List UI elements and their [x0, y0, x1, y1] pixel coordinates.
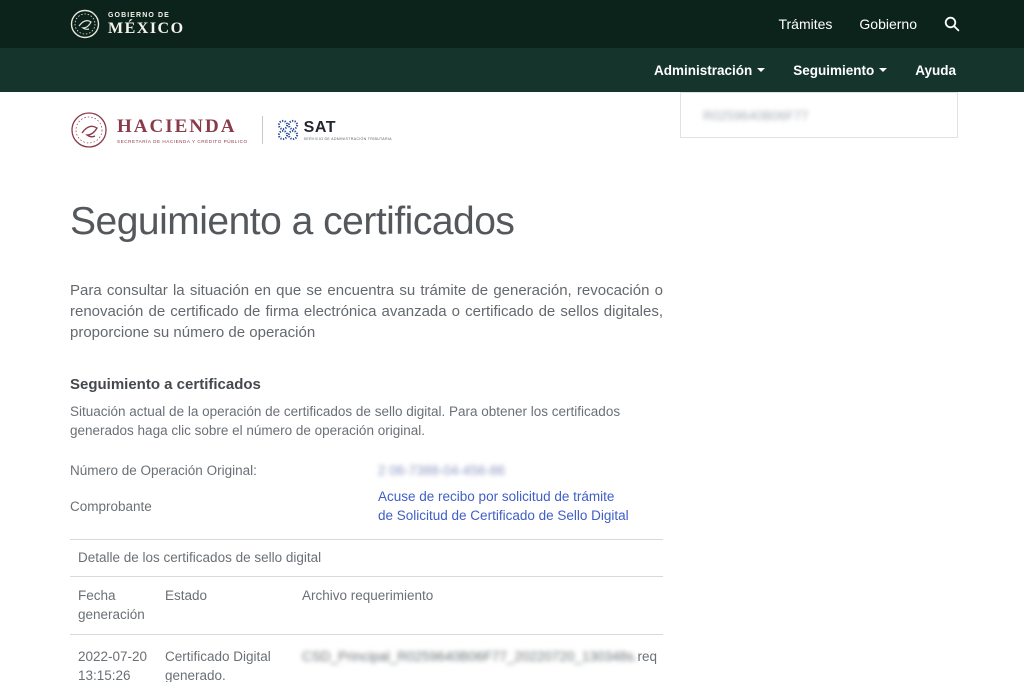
cell-archivo-requerimiento: CSD_Principal_R0259640B06F77_20220720_13… — [302, 647, 663, 682]
operation-fields: Número de Operación Original: 2 06-7388-… — [70, 463, 663, 525]
table-row: 2022-07-20 13:15:26 Certificado Digital … — [70, 635, 663, 682]
gobierno-mexico-seal-icon — [70, 9, 100, 39]
hacienda-seal-icon — [70, 111, 108, 149]
nav-tramites-link[interactable]: Trámites — [778, 16, 832, 32]
hacienda-wordmark: HACIENDA SECRETARÍA DE HACIENDA Y CRÉDIT… — [117, 116, 248, 144]
col-header-archivo: Archivo requerimiento — [302, 586, 663, 624]
redacted-file-name: CSD_Principal_R0259640B06F77_20220720_13… — [302, 649, 638, 664]
page-title: Seguimiento a certificados — [70, 200, 663, 244]
certificates-table: Detalle de los certificados de sello dig… — [70, 539, 663, 682]
hacienda-logo[interactable]: HACIENDA SECRETARÍA DE HACIENDA Y CRÉDIT… — [70, 111, 248, 149]
table-header-row: Fecha generación Estado Archivo requerim… — [70, 577, 663, 634]
col-header-estado: Estado — [165, 586, 302, 624]
menu-seguimiento[interactable]: Seguimiento — [793, 63, 887, 78]
gobierno-mexico-wordmark: GOBIERNO DE MÉXICO — [108, 12, 185, 37]
redacted-operation-number[interactable]: 2 06-7388-04-456-86 — [378, 463, 505, 478]
gobierno-de-text: GOBIERNO DE — [108, 12, 185, 19]
file-suffix: req — [638, 649, 658, 664]
acuse-recibo-link[interactable]: Acuse de recibo por solicitud de trámite… — [378, 487, 630, 525]
session-info-box: R0259640B06F77 — [680, 92, 958, 138]
menu-administracion-label: Administración — [654, 63, 752, 78]
field-row-operation-number: Número de Operación Original: 2 06-7388-… — [70, 463, 663, 478]
menu-ayuda[interactable]: Ayuda — [915, 63, 956, 78]
cell-estado: Certificado Digital generado. Consúltelo… — [165, 647, 302, 682]
hacienda-subtitle: SECRETARÍA DE HACIENDA Y CRÉDITO PÚBLICO — [117, 139, 248, 144]
hacienda-name: HACIENDA — [117, 116, 248, 138]
comprobante-label: Comprobante — [70, 499, 378, 514]
sat-name: SAT — [304, 120, 392, 136]
redacted-session-value: R0259640B06F77 — [703, 108, 809, 123]
menu-administracion[interactable]: Administración — [654, 63, 765, 78]
field-row-comprobante: Comprobante Acuse de recibo por solicitu… — [70, 487, 663, 525]
logo-divider — [262, 116, 263, 144]
topbar-nav: Trámites Gobierno — [778, 16, 960, 32]
intro-paragraph: Para consultar la situación en que se en… — [70, 280, 663, 343]
sat-logo[interactable]: SAT SERVICIO DE ADMINISTRACIÓN TRIBUTARI… — [277, 119, 392, 141]
menu-ayuda-label: Ayuda — [915, 63, 956, 78]
chevron-down-icon — [879, 68, 887, 72]
sat-dots-icon — [277, 119, 299, 141]
gobierno-mexico-logo[interactable]: GOBIERNO DE MÉXICO — [70, 9, 185, 39]
menu-seguimiento-label: Seguimiento — [793, 63, 874, 78]
search-icon[interactable] — [944, 16, 960, 32]
col-header-fecha: Fecha generación — [70, 586, 165, 624]
nav-gobierno-link[interactable]: Gobierno — [859, 16, 917, 32]
chevron-down-icon — [757, 68, 765, 72]
operation-number-label: Número de Operación Original: — [70, 463, 378, 478]
government-topbar: GOBIERNO DE MÉXICO Trámites Gobierno — [0, 0, 1024, 48]
sat-subtitle: SERVICIO DE ADMINISTRACIÓN TRIBUTARIA — [304, 137, 392, 141]
app-menubar: Administración Seguimiento Ayuda — [0, 48, 1024, 92]
mexico-text: MÉXICO — [108, 21, 185, 37]
sat-wordmark: SAT SERVICIO DE ADMINISTRACIÓN TRIBUTARI… — [304, 120, 392, 141]
section-heading: Seguimiento a certificados — [70, 376, 663, 393]
section-description: Situación actual de la operación de cert… — [70, 402, 626, 440]
cell-fecha-generacion: 2022-07-20 13:15:26 — [70, 647, 165, 682]
main-content: Seguimiento a certificados Para consulta… — [70, 200, 663, 682]
table-caption: Detalle de los certificados de sello dig… — [70, 540, 663, 576]
